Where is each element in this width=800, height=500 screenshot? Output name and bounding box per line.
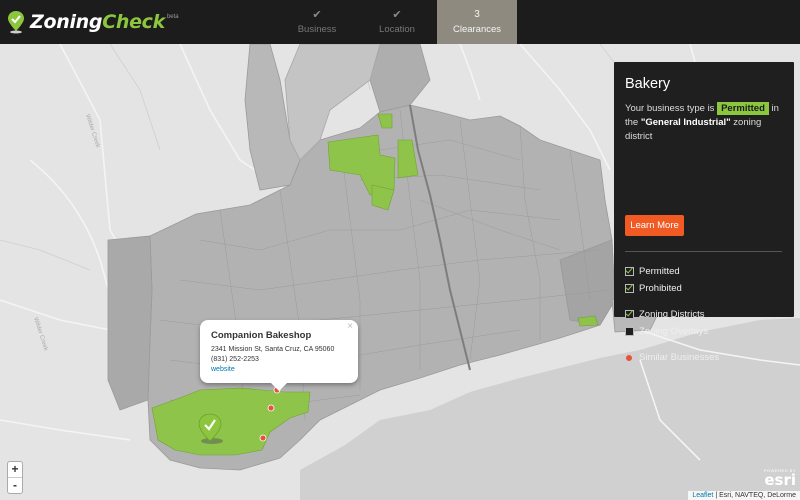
top-navigation-bar: ZoningCheck beta ✔ Business ✔ Location 3… (0, 0, 800, 44)
close-icon[interactable]: × (347, 321, 353, 332)
legend-label: Zoning Overlays (639, 326, 709, 337)
selected-location-marker[interactable] (198, 413, 223, 444)
zoom-control: + - (7, 461, 23, 494)
checkbox-checked-icon[interactable] (625, 284, 634, 293)
step-label: Location (379, 24, 415, 35)
popup-business-name: Companion Bakeshop (211, 330, 312, 341)
checkbox-checked-icon[interactable] (625, 267, 634, 276)
zoningcheck-logo[interactable]: ZoningCheck beta (6, 8, 179, 36)
step-checkmark-icon: ✔ (392, 9, 402, 21)
step-location[interactable]: ✔ Location (357, 0, 437, 44)
district-name: "General Industrial" (640, 117, 731, 128)
business-popup: × Companion Bakeshop 2341 Mission St, Sa… (200, 320, 358, 391)
pin-check-icon (6, 10, 26, 34)
desc-prefix: Your business type is (625, 103, 718, 114)
checkbox-unchecked-icon[interactable] (625, 327, 634, 336)
legend-zoning-overlays[interactable]: Zoning Overlays (625, 326, 708, 337)
legend-label: Permitted (639, 266, 680, 277)
zoning-description: Your business type is Permitted in the "… (625, 102, 785, 144)
legend-prohibited[interactable]: Prohibited (625, 283, 682, 294)
legend-similar-businesses: Similar Businesses (625, 352, 719, 363)
popup-address: 2341 Mission St, Santa Cruz, CA 95060 (211, 346, 335, 353)
logo-wordmark: ZoningCheck (30, 11, 165, 33)
step-checkmark-icon: ✔ (312, 9, 322, 21)
attribution-sources: | Esri, NAVTEQ, DeLorme (713, 492, 796, 499)
esri-logo: POWERED BY esri (764, 468, 796, 489)
beta-badge: beta (166, 14, 179, 20)
popup-website-link[interactable]: website (211, 366, 235, 373)
business-info-panel: Bakery Your business type is Permitted i… (614, 62, 794, 363)
step-label: Business (297, 24, 337, 35)
checkbox-checked-icon[interactable] (625, 310, 634, 319)
esri-wordmark: esri (764, 471, 796, 489)
zoom-in-button[interactable]: + (8, 462, 22, 478)
legend-label: Zoning Districts (639, 309, 705, 320)
step-number: 3 (474, 9, 480, 20)
popup-phone: (831) 252-2253 (211, 356, 259, 363)
business-marker[interactable] (259, 434, 267, 442)
legend-permitted[interactable]: Permitted (625, 266, 680, 277)
business-marker[interactable] (267, 404, 275, 412)
business-type-title: Bakery (625, 76, 671, 92)
step-clearances[interactable]: 3 Clearances (437, 0, 517, 44)
red-dot-icon (626, 354, 632, 361)
step-label: Clearances (452, 24, 502, 35)
legend-label: Similar Businesses (639, 352, 720, 363)
leaflet-link[interactable]: Leaflet (692, 492, 713, 499)
divider (625, 251, 782, 252)
learn-more-button[interactable]: Learn More (625, 215, 684, 236)
step-business[interactable]: ✔ Business (277, 0, 357, 44)
wizard-steps: ✔ Business ✔ Location 3 Clearances (277, 0, 517, 44)
legend-zoning-districts[interactable]: Zoning Districts (625, 309, 704, 320)
status-badge: Permitted (717, 102, 769, 115)
legend-label: Prohibited (639, 283, 682, 294)
zoom-out-button[interactable]: - (8, 478, 22, 493)
map-attribution: Leaflet | Esri, NAVTEQ, DeLorme (688, 491, 800, 500)
